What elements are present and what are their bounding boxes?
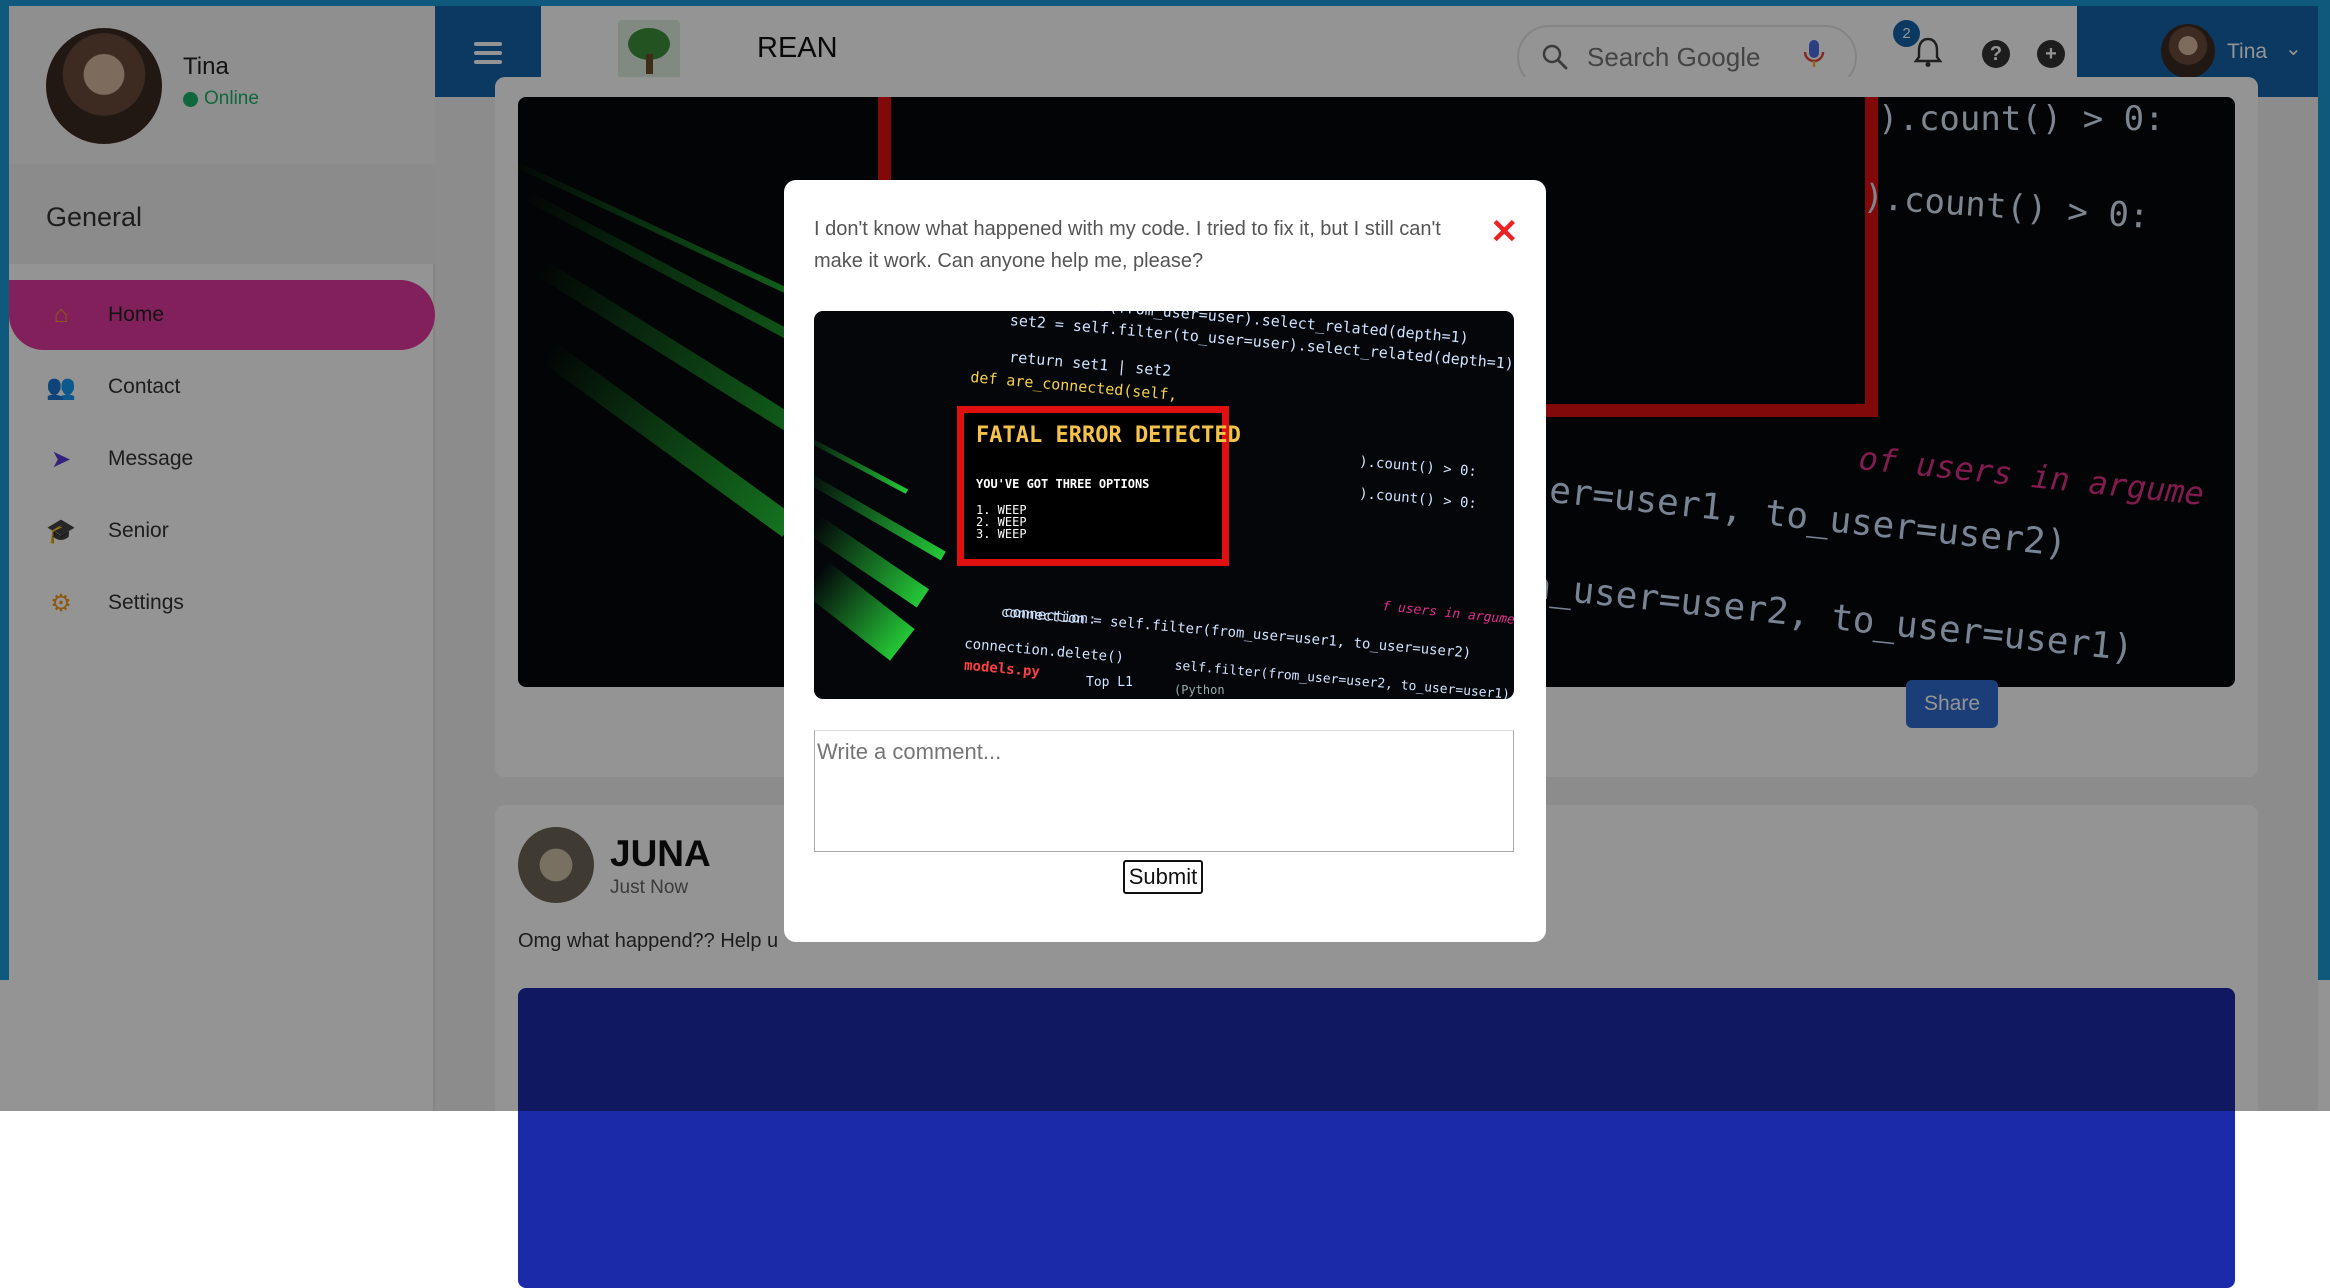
code-line: (Python [1174, 683, 1225, 697]
modal-post-image[interactable]: self.filter(from_user=user).select_relat… [814, 311, 1514, 699]
comment-input[interactable] [814, 730, 1514, 852]
code-line: Top L1 [1086, 675, 1133, 690]
code-line: ).count() > 0: [1358, 485, 1478, 513]
post-modal: I don't know what happened with my code.… [784, 180, 1546, 942]
submit-button[interactable]: Submit [1123, 860, 1203, 894]
code-line: f users in argume [1381, 599, 1514, 628]
app-window: Tina Online General ⌂ Home 👥 Contact ➤ M… [0, 0, 2330, 1288]
error-subtitle: YOU'VE GOT THREE OPTIONS [976, 477, 1150, 491]
error-option: 3. WEEP [976, 527, 1027, 541]
close-icon[interactable]: ✕ [1490, 215, 1519, 249]
code-line: models.py [963, 657, 1041, 681]
error-box: FATAL ERROR DETECTED YOU'VE GOT THREE OP… [957, 406, 1241, 566]
error-title: FATAL ERROR DETECTED [976, 423, 1241, 448]
modal-post-text: I don't know what happened with my code.… [814, 218, 1441, 272]
code-line: ).count() > 0: [1358, 453, 1478, 481]
